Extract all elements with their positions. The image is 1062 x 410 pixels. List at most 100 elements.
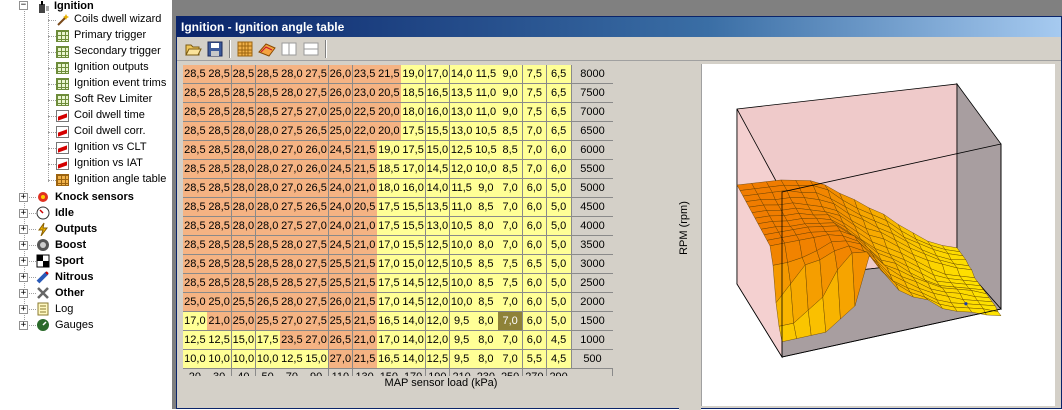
- table-cell[interactable]: 7,0: [498, 350, 523, 369]
- table-cell[interactable]: 7,5: [522, 103, 548, 122]
- table-cell[interactable]: 10,5: [449, 217, 475, 236]
- table-cell[interactable]: 6,5: [522, 255, 548, 274]
- table-cell[interactable]: 15,5: [401, 236, 426, 255]
- table-cell[interactable]: 18,5: [401, 84, 426, 103]
- table-cell[interactable]: 10,5: [449, 255, 475, 274]
- table-cell[interactable]: 15,5: [401, 198, 426, 217]
- table-cell[interactable]: 10,0: [207, 350, 232, 369]
- open-button[interactable]: [183, 40, 203, 58]
- table-cell[interactable]: 11,0: [474, 84, 499, 103]
- table-cell[interactable]: 7,0: [498, 179, 523, 198]
- table-cell[interactable]: 6,0: [522, 293, 548, 312]
- expand-toggle[interactable]: +: [19, 225, 28, 234]
- table-cell[interactable]: 28,5: [207, 84, 232, 103]
- table-cell[interactable]: 28,0: [280, 293, 305, 312]
- table-cell[interactable]: 6,0: [522, 198, 548, 217]
- table-cell[interactable]: 28,5: [183, 236, 208, 255]
- table-cell[interactable]: 21,5: [377, 65, 402, 84]
- table-cell[interactable]: 13,5: [425, 198, 451, 217]
- table-cell[interactable]: 24,5: [328, 236, 354, 255]
- table-cell[interactable]: 28,5: [183, 84, 208, 103]
- table-cell[interactable]: 12,0: [425, 293, 451, 312]
- table-cell[interactable]: 17,0: [377, 236, 402, 255]
- table-cell[interactable]: 7,0: [522, 141, 548, 160]
- table-cell[interactable]: 28,5: [207, 236, 232, 255]
- table-cell[interactable]: 17,5: [255, 331, 281, 350]
- table-cell[interactable]: 28,5: [255, 65, 281, 84]
- table-cell[interactable]: 28,0: [255, 141, 281, 160]
- table-cell[interactable]: 21,5: [352, 141, 378, 160]
- table-cell[interactable]: 27,0: [280, 312, 305, 331]
- table-cell[interactable]: 26,5: [304, 179, 329, 198]
- table-cell[interactable]: 14,0: [425, 179, 451, 198]
- table-cell[interactable]: 21,0: [352, 217, 378, 236]
- table-cell[interactable]: 19,0: [401, 65, 426, 84]
- table-cell[interactable]: 17,5: [377, 274, 402, 293]
- table-cell[interactable]: 28,5: [207, 274, 232, 293]
- table-cell[interactable]: 25,5: [328, 274, 354, 293]
- table-cell[interactable]: 27,5: [304, 255, 329, 274]
- 3d-surface-plot[interactable]: [701, 64, 1055, 406]
- table-cell[interactable]: 25,0: [328, 103, 354, 122]
- table-cell[interactable]: 21,5: [352, 293, 378, 312]
- table-cell[interactable]: 28,5: [207, 122, 232, 141]
- table-cell[interactable]: 6,0: [522, 312, 548, 331]
- split-horizontal-button[interactable]: [301, 40, 321, 58]
- table-cell[interactable]: 28,5: [207, 160, 232, 179]
- table-cell[interactable]: 28,5: [255, 255, 281, 274]
- table-cell[interactable]: 14,0: [449, 65, 475, 84]
- table-cell[interactable]: 27,5: [304, 65, 329, 84]
- table-cell[interactable]: 28,5: [231, 103, 257, 122]
- table-cell[interactable]: 17,5: [377, 217, 402, 236]
- table-cell[interactable]: 16,5: [377, 350, 402, 369]
- table-cell[interactable]: 28,5: [183, 103, 208, 122]
- table-cell[interactable]: 7,0: [498, 198, 523, 217]
- table-cell[interactable]: 7,0: [498, 217, 523, 236]
- table-cell[interactable]: 15,0: [425, 141, 451, 160]
- table-cell[interactable]: 28,5: [183, 217, 208, 236]
- table-cell[interactable]: 28,0: [280, 255, 305, 274]
- table-cell[interactable]: 13,5: [449, 84, 475, 103]
- table-cell[interactable]: 20,0: [377, 122, 402, 141]
- table-cell[interactable]: 28,0: [231, 217, 257, 236]
- table-cell[interactable]: 28,5: [183, 122, 208, 141]
- table-cell[interactable]: 13,0: [449, 122, 475, 141]
- expand-toggle[interactable]: +: [19, 305, 28, 314]
- table-cell[interactable]: 27,5: [280, 198, 305, 217]
- table-cell[interactable]: 8,5: [474, 255, 499, 274]
- table-cell[interactable]: 19,0: [377, 141, 402, 160]
- table-cell[interactable]: 28,5: [280, 274, 305, 293]
- surface-plot-canvas[interactable]: [702, 64, 1056, 406]
- table-cell[interactable]: 15,5: [401, 217, 426, 236]
- table-cell[interactable]: 28,5: [207, 179, 232, 198]
- table-cell[interactable]: 24,0: [328, 198, 354, 217]
- table-cell[interactable]: 25,5: [328, 312, 354, 331]
- table-cell[interactable]: 28,0: [231, 122, 257, 141]
- table-cell[interactable]: 17,5: [401, 122, 426, 141]
- table-cell[interactable]: 25,0: [207, 293, 232, 312]
- table-cell[interactable]: 28,5: [183, 274, 208, 293]
- table-cell[interactable]: 26,0: [328, 84, 354, 103]
- table-cell[interactable]: 17,0: [401, 160, 426, 179]
- table-cell[interactable]: 8,5: [474, 274, 499, 293]
- table-cell[interactable]: 9,0: [498, 65, 523, 84]
- table-cell[interactable]: 27,5: [304, 236, 329, 255]
- expand-toggle[interactable]: +: [19, 257, 28, 266]
- table-cell[interactable]: 5,0: [546, 255, 572, 274]
- table-cell[interactable]: 28,5: [183, 141, 208, 160]
- table-cell[interactable]: 5,0: [546, 293, 572, 312]
- table-cell[interactable]: 28,0: [255, 217, 281, 236]
- table-cell[interactable]: 8,0: [474, 217, 499, 236]
- table-cell[interactable]: 28,5: [183, 179, 208, 198]
- table-cell[interactable]: 12,0: [425, 312, 451, 331]
- table-cell[interactable]: 4,5: [546, 331, 572, 350]
- table-cell[interactable]: 8,0: [474, 236, 499, 255]
- table-cell[interactable]: 6,5: [546, 103, 572, 122]
- table-cell[interactable]: 8,5: [498, 160, 523, 179]
- table-cell[interactable]: 17,0: [425, 65, 451, 84]
- table-cell[interactable]: 12,5: [425, 350, 451, 369]
- table-cell[interactable]: 7,0: [498, 293, 523, 312]
- table-cell[interactable]: 18,5: [377, 160, 402, 179]
- expand-toggle[interactable]: +: [19, 241, 28, 250]
- table-cell[interactable]: 14,0: [401, 350, 426, 369]
